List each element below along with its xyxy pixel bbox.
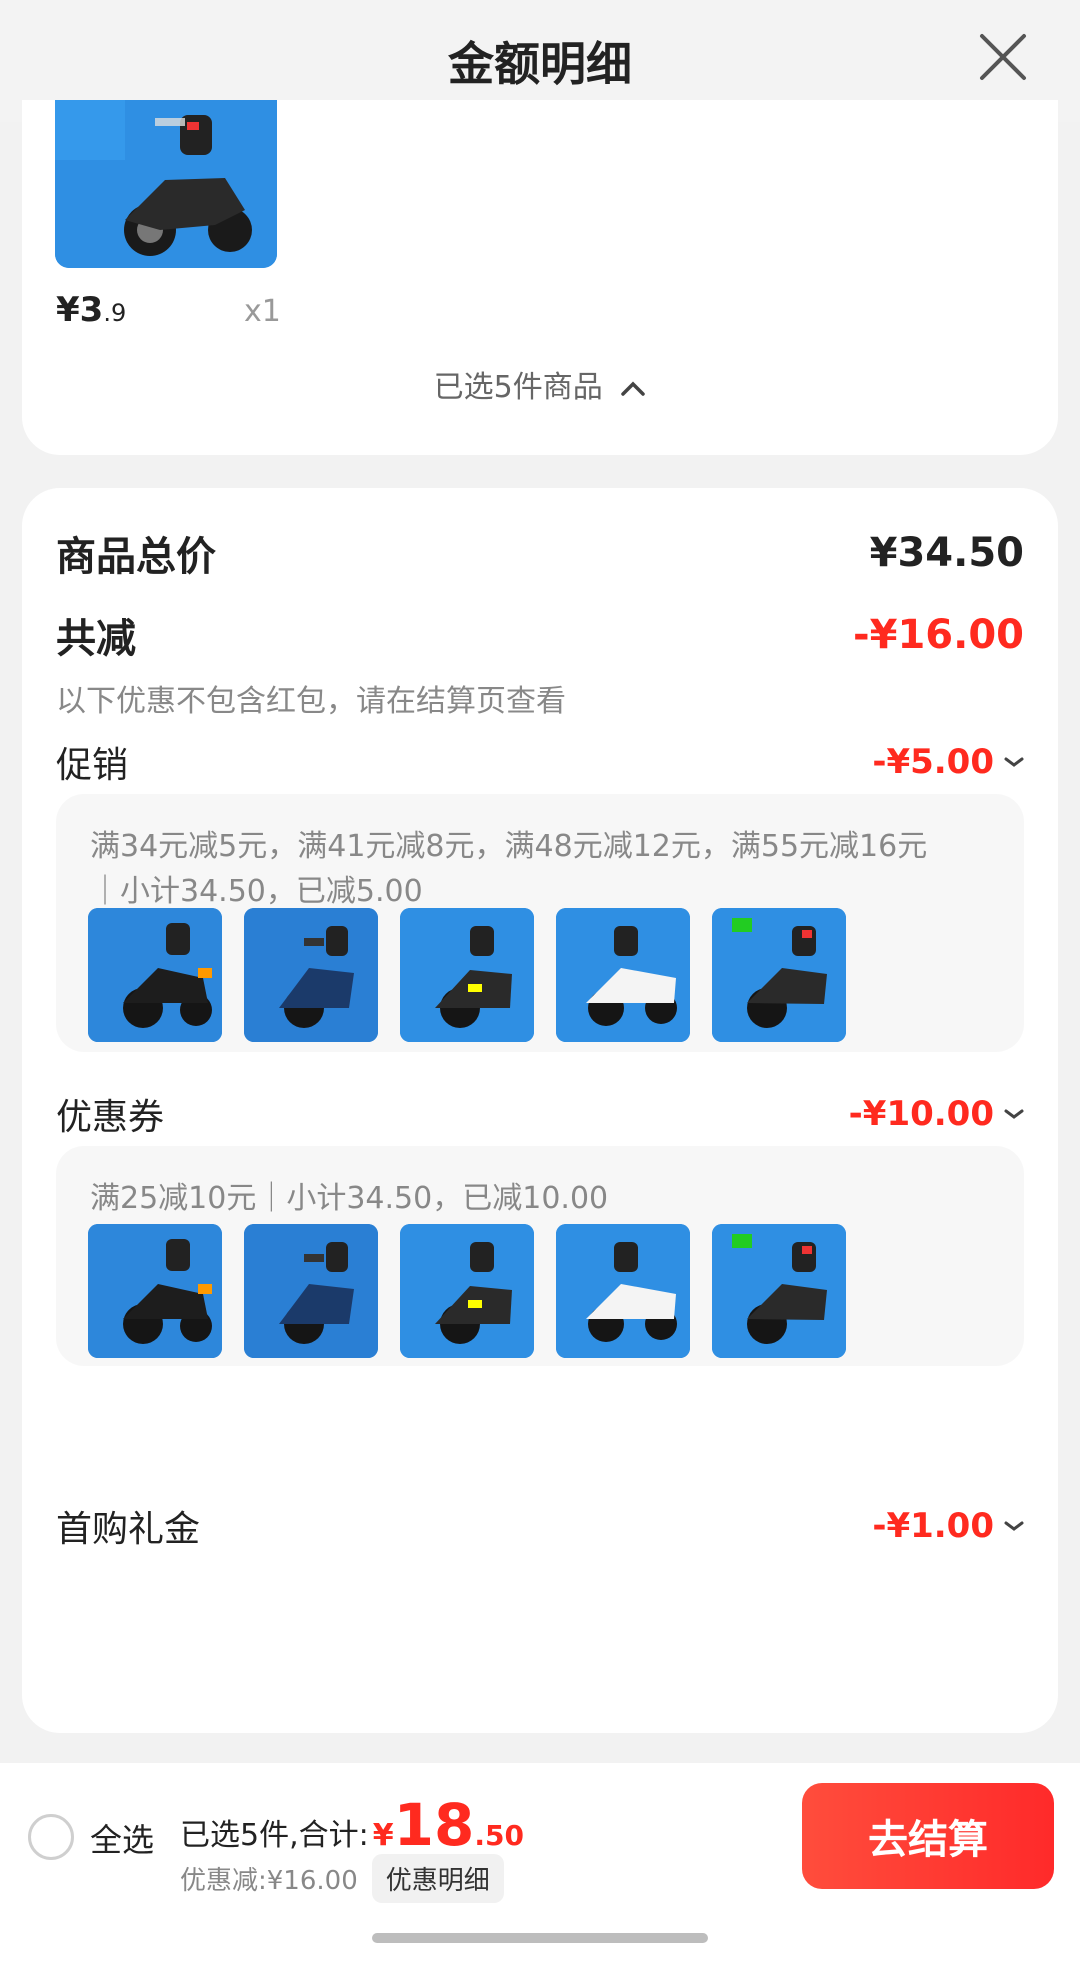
item-quantity: x1 <box>244 294 281 329</box>
promotion-detail-box: 满34元减5元，满41元减8元，满48元减12元，满55元减16元 ｜小计34.… <box>56 794 1024 1052</box>
total-price-value: ¥34.50 <box>869 530 1024 576</box>
selected-items-label: 已选5件商品 <box>433 370 603 405</box>
selected-items-card: ¥3.9 x1 已选5件商品 <box>22 100 1058 455</box>
product-thumbnail[interactable] <box>556 1224 690 1358</box>
summary-prefix: 已选5件,合计: <box>180 1818 369 1853</box>
product-thumbnail[interactable] <box>244 908 378 1042</box>
discount-summary: 优惠减:¥16.00 优惠明细 <box>180 1854 504 1903</box>
chevron-down-icon <box>1004 1521 1024 1531</box>
promotion-label: 促销 <box>56 745 129 786</box>
discount-amount: 优惠减:¥16.00 <box>180 1866 358 1896</box>
total-integer: 18 <box>393 1791 475 1859</box>
chevron-up-icon <box>621 381 646 396</box>
select-all-radio[interactable] <box>28 1814 74 1860</box>
coupon-detail-box: 满25减10元｜小计34.50，已减10.00 <box>56 1146 1024 1366</box>
promotion-value-toggle[interactable]: -¥5.00 <box>872 742 1024 782</box>
total-summary: 已选5件,合计: ¥ 18 .50 <box>180 1791 524 1859</box>
coupon-thumbs <box>88 1224 846 1358</box>
product-thumbnail[interactable] <box>88 1224 222 1358</box>
select-all-label[interactable]: 全选 <box>90 1815 154 1861</box>
total-price-label: 商品总价 <box>56 534 216 580</box>
page-title: 金额明细 <box>448 37 632 91</box>
selected-items-toggle[interactable]: 已选5件商品 <box>22 362 1058 406</box>
product-thumbnail[interactable] <box>712 908 846 1042</box>
gift-value: -¥1.00 <box>872 1506 994 1546</box>
product-thumbnail[interactable] <box>400 908 534 1042</box>
discount-detail-button[interactable]: 优惠明细 <box>371 1854 504 1903</box>
product-thumbnail[interactable] <box>712 1224 846 1358</box>
item-price: ¥3.9 <box>56 290 127 330</box>
coupon-rules: 满25减10元｜小计34.50，已减10.00 <box>90 1181 609 1216</box>
product-thumbnail[interactable] <box>556 908 690 1042</box>
checkout-button[interactable]: 去结算 <box>802 1783 1054 1889</box>
chevron-down-icon <box>1004 1109 1024 1119</box>
amount-detail-card: 商品总价 ¥34.50 共减 -¥16.00 以下优惠不包含红包，请在结算页查看… <box>22 488 1058 1733</box>
product-thumbnail[interactable] <box>244 1224 378 1358</box>
total-decimal: .50 <box>474 1819 524 1852</box>
product-thumbnail[interactable] <box>88 908 222 1042</box>
promotion-rules: 满34元减5元，满41元减8元，满48元减12元，满55元减16元 ｜小计34.… <box>90 829 928 909</box>
chevron-down-icon <box>1004 757 1024 767</box>
total-discount-value: -¥16.00 <box>853 612 1024 658</box>
promotion-thumbs <box>88 908 846 1042</box>
product-image[interactable] <box>55 100 277 268</box>
currency-symbol: ¥ <box>372 1818 394 1853</box>
coupon-value-toggle[interactable]: -¥10.00 <box>849 1094 1024 1134</box>
gift-label: 首购礼金 <box>56 1509 201 1550</box>
promotion-value: -¥5.00 <box>872 742 994 782</box>
close-icon[interactable] <box>976 30 1030 84</box>
coupon-value: -¥10.00 <box>848 1094 994 1134</box>
discount-note: 以下优惠不包含红包，请在结算页查看 <box>56 684 566 719</box>
gift-value-toggle[interactable]: -¥1.00 <box>872 1506 1024 1546</box>
total-discount-label: 共减 <box>56 616 136 662</box>
coupon-label: 优惠券 <box>56 1097 165 1138</box>
home-indicator <box>372 1933 708 1943</box>
product-thumbnail[interactable] <box>400 1224 534 1358</box>
